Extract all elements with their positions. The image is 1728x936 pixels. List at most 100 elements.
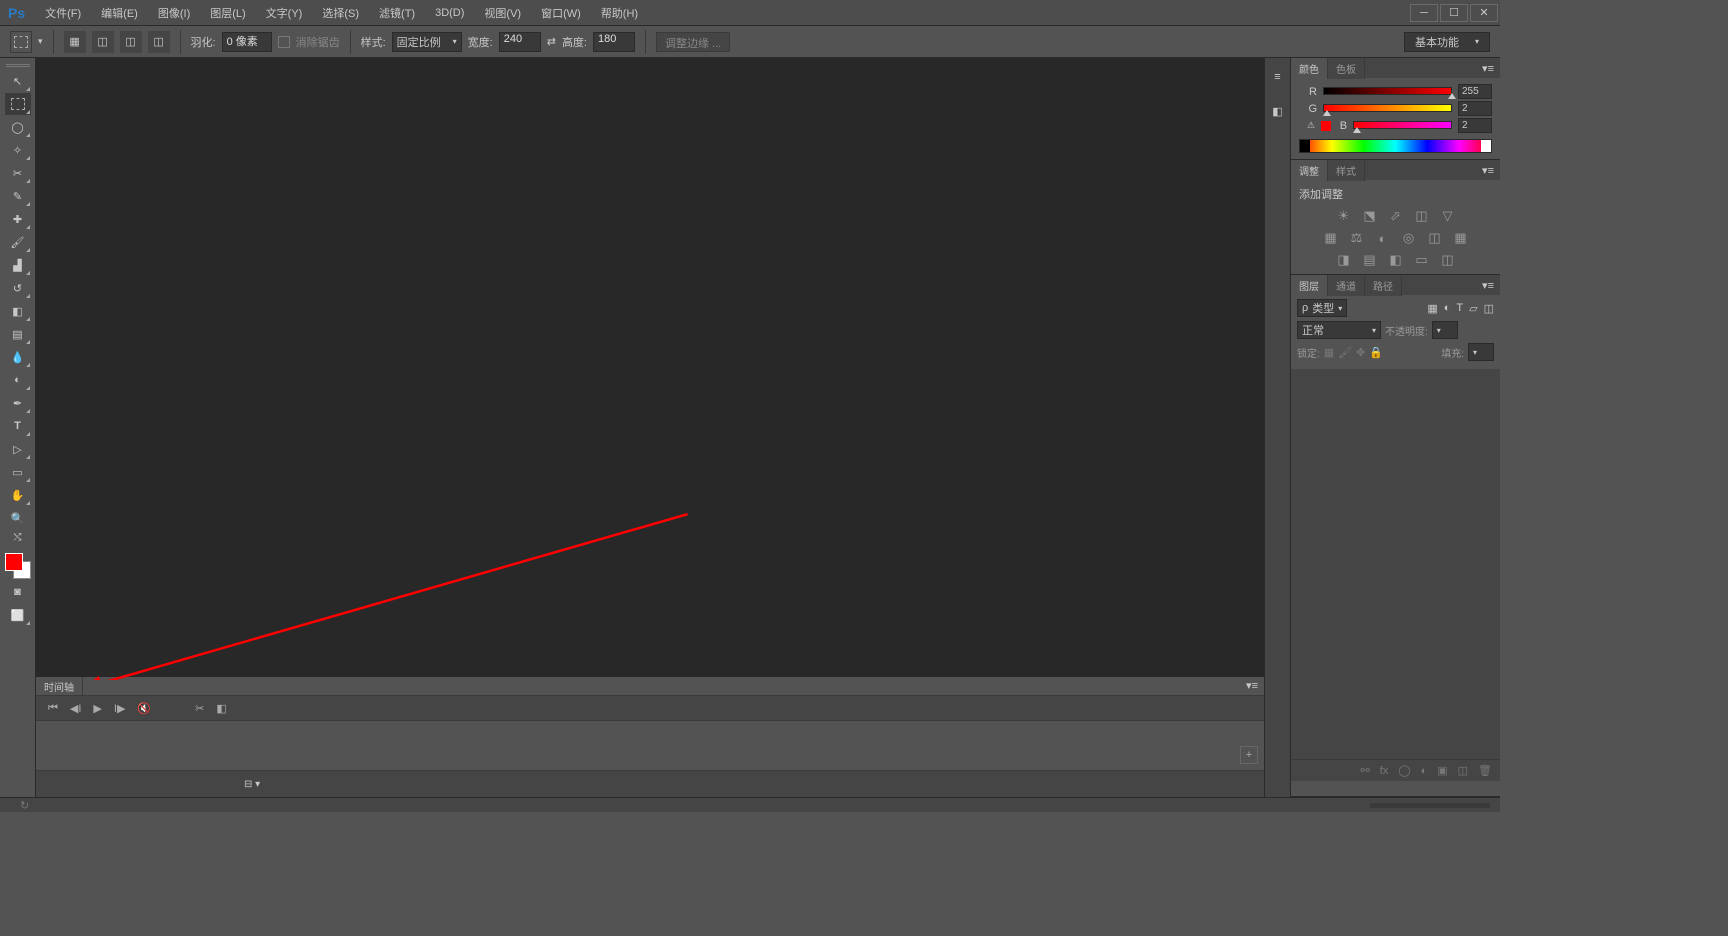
adjust-bw-icon[interactable]: ◐ [1374,230,1392,246]
tool-history-brush[interactable]: ↺ [5,277,31,299]
tool-pen[interactable]: ✒ [5,392,31,414]
b-slider[interactable] [1353,121,1452,131]
tab-swatches[interactable]: 色板 [1328,58,1365,79]
lock-all-icon[interactable]: 🔒 [1369,346,1383,359]
menu-file[interactable]: 文件(F) [35,0,91,26]
menu-window[interactable]: 窗口(W) [531,0,591,26]
warning-icon[interactable]: ⚠ [1307,120,1315,131]
menu-image[interactable]: 图像(I) [148,0,200,26]
timeline-next-frame[interactable]: I▶ [114,702,126,715]
timeline-audio[interactable]: 🔇 [137,702,151,715]
selection-intersect[interactable]: ◫ [148,31,170,53]
timeline-add-track[interactable]: + [1240,746,1258,764]
tool-stamp[interactable]: ▟ [5,254,31,276]
tool-crop[interactable]: ✂ [5,162,31,184]
window-minimize[interactable]: ─ [1410,4,1438,22]
adjust-exposure-icon[interactable]: ◫ [1413,208,1431,224]
g-slider[interactable] [1323,104,1452,114]
tool-gradient[interactable]: ▤ [5,323,31,345]
filter-pixel-icon[interactable]: ▦ [1427,302,1437,315]
filter-type-icon[interactable]: T [1456,302,1463,315]
adjust-brightness-icon[interactable]: ☀ [1335,208,1353,224]
adjust-photo-filter-icon[interactable]: ◎ [1400,230,1418,246]
tool-eyedropper[interactable]: ✎ [5,185,31,207]
selection-subtract[interactable]: ◫ [120,31,142,53]
canvas[interactable] [36,58,1264,677]
menu-3d[interactable]: 3D(D) [425,0,474,26]
width-input[interactable]: 240 [499,32,541,52]
timeline-zoom-menu[interactable]: ⊟ ▾ [244,779,260,790]
dock-history-icon[interactable]: ≡ [1269,68,1287,86]
tool-preset[interactable] [10,31,32,53]
delete-layer-icon[interactable]: 🗑 [1478,764,1492,777]
adjust-posterize-icon[interactable]: ▤ [1361,252,1379,268]
menu-layer[interactable]: 图层(L) [200,0,255,26]
dock-properties-icon[interactable]: ◧ [1269,102,1287,120]
layer-filter-kind[interactable]: ρ类型▾ [1297,299,1347,317]
adjust-invert-icon[interactable]: ◨ [1335,252,1353,268]
adjust-balance-icon[interactable]: ⚖ [1348,230,1366,246]
color-panel-flyout[interactable]: ▾≡ [1476,62,1500,75]
timeline-play[interactable]: ▶ [93,702,101,715]
link-layers-icon[interactable]: ⚯ [1360,764,1369,777]
timeline-cut[interactable]: ✂ [195,702,204,715]
timeline-first-frame[interactable]: ⏮ [48,702,58,715]
timeline-track-area[interactable]: + [36,721,1264,771]
window-maximize[interactable]: ☐ [1440,4,1468,22]
timeline-flyout[interactable]: ▾≡ [1240,677,1264,695]
status-sync-icon[interactable]: ↻ [20,799,29,812]
tool-eraser[interactable]: ◧ [5,300,31,322]
blend-mode-select[interactable]: 正常▾ [1297,321,1381,339]
menu-select[interactable]: 选择(S) [312,0,369,26]
r-value[interactable]: 255 [1458,84,1492,99]
tool-zoom[interactable]: 🔍 [5,507,31,529]
add-mask-icon[interactable]: ◯ [1398,764,1410,777]
selection-add[interactable]: ◫ [92,31,114,53]
new-adjustment-icon[interactable]: ◐ [1421,765,1428,777]
lock-pixels-icon[interactable]: 🖌 [1338,346,1352,359]
tool-path-select[interactable]: ▷ [5,438,31,460]
selection-new[interactable]: ▦ [64,31,86,53]
refine-edge-button[interactable]: 调整边缘 ... [656,32,730,52]
height-input[interactable]: 180 [593,32,635,52]
tab-channels[interactable]: 通道 [1328,275,1365,296]
timeline-tab[interactable]: 时间轴 [36,677,83,695]
quick-mask[interactable]: ◙ [5,581,31,603]
tool-wand[interactable]: ✧ [5,139,31,161]
swap-wh-icon[interactable]: ⇄ [547,35,556,48]
workspace-select[interactable]: 基本功能▾ [1404,32,1490,52]
adjust-vibrance-icon[interactable]: ▽ [1439,208,1457,224]
adjust-hue-icon[interactable]: ▦ [1322,230,1340,246]
adjust-selective-color-icon[interactable]: ◫ [1439,252,1457,268]
foreground-color[interactable] [5,553,23,571]
tab-color[interactable]: 颜色 [1291,58,1328,79]
b-value[interactable]: 2 [1458,118,1492,133]
adjust-panel-flyout[interactable]: ▾≡ [1476,164,1500,177]
timeline-prev-frame[interactable]: ◀I [70,702,82,715]
screen-mode[interactable]: ⬜ [5,604,31,626]
r-slider[interactable] [1323,87,1452,97]
antialias-checkbox[interactable] [278,36,290,48]
tool-marquee[interactable] [5,93,31,115]
g-value[interactable]: 2 [1458,101,1492,116]
timeline-transition[interactable]: ◧ [216,702,226,715]
opacity-select[interactable]: ▾ [1432,321,1458,339]
tool-healing[interactable]: ✚ [5,208,31,230]
tool-blur[interactable]: 💧 [5,346,31,368]
menu-type[interactable]: 文字(Y) [256,0,313,26]
layers-list[interactable] [1291,369,1500,759]
tool-brush[interactable]: 🖌 [5,231,31,253]
layers-panel-flyout[interactable]: ▾≡ [1476,279,1500,292]
tool-lasso[interactable]: ◯ [5,116,31,138]
tool-move[interactable]: ↖ [5,70,31,92]
color-spectrum[interactable] [1299,139,1492,153]
tab-adjustments[interactable]: 调整 [1291,160,1328,181]
lock-transparent-icon[interactable]: ▦ [1324,346,1334,359]
cube-icon[interactable] [1321,121,1331,131]
layer-fx-icon[interactable]: fx [1380,765,1389,777]
menu-help[interactable]: 帮助(H) [591,0,648,26]
adjust-gradient-map-icon[interactable]: ▭ [1413,252,1431,268]
adjust-curves-icon[interactable]: ⬀ [1387,208,1405,224]
adjust-threshold-icon[interactable]: ◧ [1387,252,1405,268]
tab-paths[interactable]: 路径 [1365,275,1402,296]
